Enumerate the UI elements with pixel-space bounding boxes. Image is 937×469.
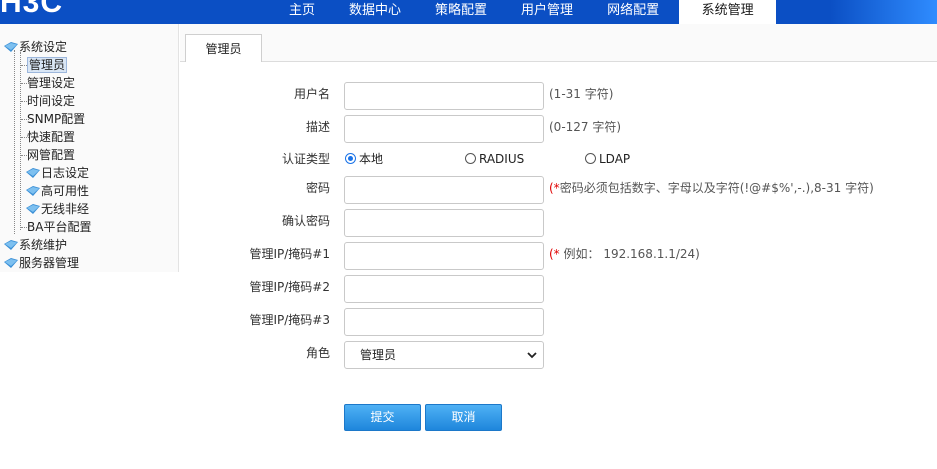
sidebar: 系统设定 管理员 管理设定 时间设定 SNMP配置 快速配置 网管配置 日志设定… [0,24,179,469]
radio-label: 本地 [359,152,384,166]
h3c-logo: H3C [0,0,64,19]
mgmt-ip2-input[interactable] [344,275,544,303]
tab-admin[interactable]: 管理员 [185,34,262,62]
folder-icon [4,240,18,250]
nav-gradient [830,0,937,24]
cancel-button[interactable]: 取消 [425,404,502,431]
tree-label: 系统维护 [19,238,68,252]
tree-item-time-settings[interactable]: 时间设定 [27,92,75,110]
nav-network-config[interactable]: 网络配置 [593,0,673,24]
folder-icon [26,186,40,196]
chevron-down-icon [527,352,537,359]
tree-folder-high-availability[interactable]: 高可用性 [26,182,89,200]
mgmt-ip1-hint: (* 例如： 192.168.1.1/24) [549,240,700,268]
username-hint: (1-31 字符) [549,87,614,101]
password-input[interactable] [344,176,544,204]
tree-label: BA平台配置 [27,220,92,234]
top-bar: H3C 主页 数据中心 策略配置 用户管理 网络配置 系统管理 [0,0,937,24]
nav-system-management[interactable]: 系统管理 [679,0,777,24]
auth-radio-local[interactable]: 本地 [345,152,383,166]
tab-divider [180,61,937,62]
folder-icon [4,258,18,268]
description-hint: (0-127 字符) [549,120,622,134]
description-label: 描述 [305,120,330,134]
username-label: 用户名 [293,87,330,101]
tree-label: 日志设定 [41,166,90,180]
tree-item-ba-platform[interactable]: BA平台配置 [27,218,91,236]
tree-item-nms-config[interactable]: 网管配置 [27,146,75,164]
tree-item-quick-config[interactable]: 快速配置 [27,128,75,146]
tree-root-server-management[interactable]: 服务器管理 [4,254,79,272]
radio-unchecked-icon [585,153,596,164]
role-label: 角色 [305,346,330,360]
folder-icon [26,168,40,178]
tree-root-system-settings[interactable]: 系统设定 [4,38,67,56]
description-input[interactable] [344,115,544,143]
auth-type-label: 认证类型 [281,152,330,166]
tree-label: 系统设定 [19,40,68,54]
radio-checked-icon [345,153,356,164]
tree-label: 高可用性 [41,184,90,198]
tab-strip [180,24,937,61]
nav-data-center[interactable]: 数据中心 [335,0,415,24]
tree-folder-wireless[interactable]: 无线非经 [26,200,89,218]
tree-label: 时间设定 [27,94,76,108]
required-marker: (* [549,247,560,261]
password-label: 密码 [305,181,330,195]
mgmt-ip2-label: 管理IP/掩码#2 [249,280,330,294]
password-hint: (*密码必须包括数字、字母以及字符(!@#$%',-.),8-31 字符) [549,174,874,202]
mgmt-ip3-label: 管理IP/掩码#3 [249,313,330,327]
tree-label: 快速配置 [27,130,76,144]
confirm-password-label: 确认密码 [281,214,330,228]
mgmt-ip3-input[interactable] [344,308,544,336]
required-marker: (* [549,181,560,195]
tree-item-management-settings[interactable]: 管理设定 [27,74,75,92]
tree-label: 无线非经 [41,202,90,216]
tree-label: 服务器管理 [19,256,80,270]
auth-radio-radius[interactable]: RADIUS [465,152,524,166]
tree-label: SNMP配置 [27,112,86,126]
username-input[interactable] [344,82,544,110]
tree-connector [14,50,15,234]
tree-item-snmp[interactable]: SNMP配置 [27,110,85,128]
folder-icon [26,204,40,214]
mgmt-ip1-input[interactable] [344,242,544,270]
tree-folder-log-settings[interactable]: 日志设定 [26,164,89,182]
radio-label: RADIUS [479,152,525,166]
tree-connector [20,52,21,230]
password-hint-text: 密码必须包括数字、字母以及字符(!@#$%',-.),8-31 字符) [559,181,874,195]
submit-button[interactable]: 提交 [344,404,421,431]
main-nav: 主页 数据中心 策略配置 用户管理 网络配置 系统管理 [275,0,782,24]
tree-label: 管理员 [27,57,68,73]
auth-radio-ldap[interactable]: LDAP [585,152,630,166]
radio-label: LDAP [599,152,631,166]
nav-tree: 系统设定 管理员 管理设定 时间设定 SNMP配置 快速配置 网管配置 日志设定… [0,38,179,284]
tree-item-admin[interactable]: 管理员 [27,56,68,74]
role-select[interactable]: 管理员 [344,341,544,369]
nav-home[interactable]: 主页 [275,0,329,24]
radio-unchecked-icon [465,153,476,164]
mgmt-ip1-label: 管理IP/掩码#1 [249,247,330,261]
nav-policy-config[interactable]: 策略配置 [421,0,501,24]
tree-label: 网管配置 [27,148,76,162]
mgmt-ip1-hint-text: 例如： 192.168.1.1/24) [559,247,700,261]
tree-label: 管理设定 [27,76,76,90]
nav-user-management[interactable]: 用户管理 [507,0,587,24]
sidebar-lower-pane [0,272,179,469]
role-selected-value: 管理员 [360,348,397,362]
confirm-password-input[interactable] [344,209,544,237]
tree-root-system-maintenance[interactable]: 系统维护 [4,236,67,254]
folder-icon [4,42,18,52]
